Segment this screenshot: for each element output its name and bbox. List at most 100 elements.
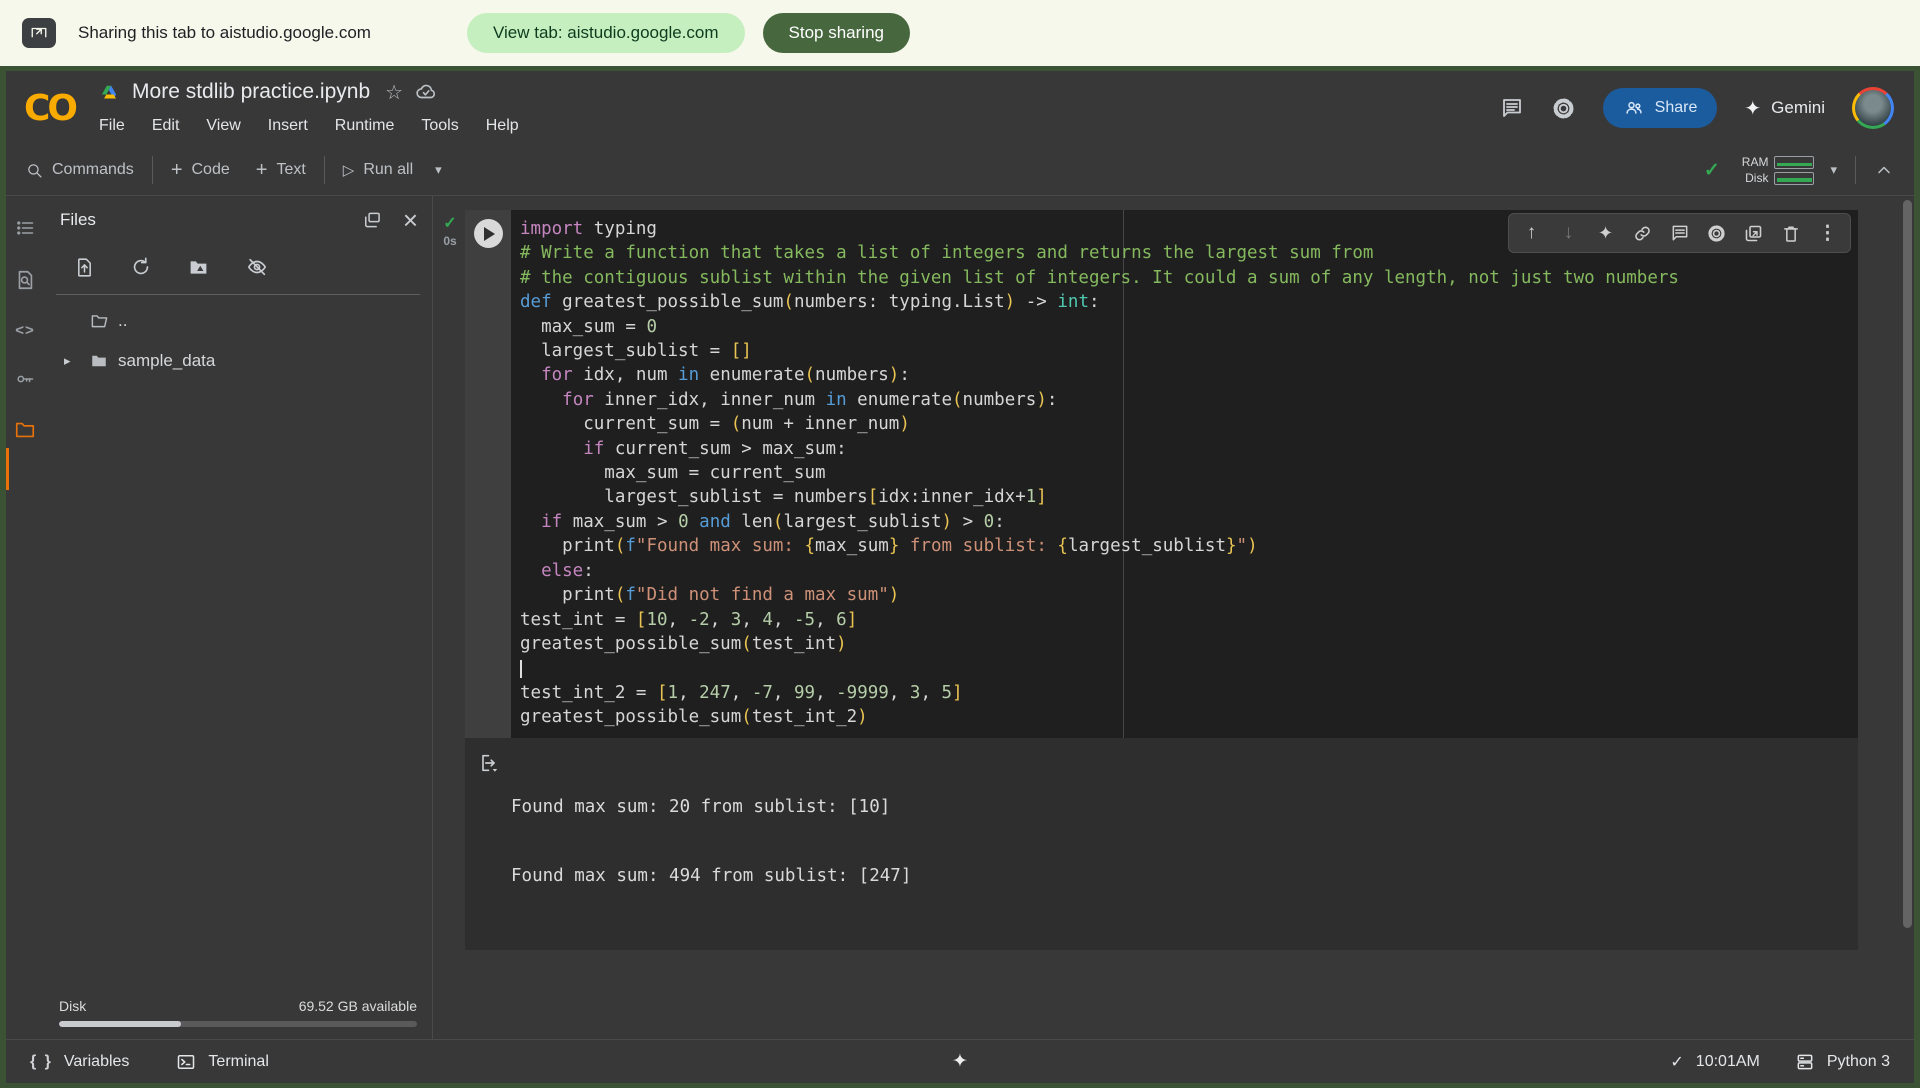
file-item-label: sample_data xyxy=(118,351,215,371)
comments-icon[interactable] xyxy=(1500,96,1524,120)
variables-label: Variables xyxy=(64,1053,130,1071)
output-icon[interactable] xyxy=(465,750,511,934)
cell-output: Found max sum: 20 from sublist: [10] Fou… xyxy=(465,738,1858,950)
cell-toolbar: ↑ ↓ ✦ xyxy=(1508,213,1851,253)
move-cell-down-icon[interactable]: ↓ xyxy=(1550,216,1587,250)
files-folder-icon[interactable] xyxy=(13,419,37,441)
vertical-scrollbar[interactable] xyxy=(1903,200,1912,928)
collapse-toolbar-icon[interactable] xyxy=(1874,160,1894,180)
cell-gutter xyxy=(465,210,511,738)
open-in-tab-icon[interactable] xyxy=(1735,216,1772,250)
menu-view[interactable]: View xyxy=(206,117,240,135)
add-text-button[interactable]: + Text xyxy=(256,160,306,180)
disk-meter xyxy=(1774,172,1814,185)
notebook-title[interactable]: More stdlib practice.ipynb xyxy=(128,80,374,104)
files-panel: Files × xyxy=(44,196,433,1039)
menu-runtime[interactable]: Runtime xyxy=(335,117,395,135)
copy-link-icon[interactable] xyxy=(1624,216,1661,250)
notebook-toolbar: Commands + Code + Text ▷ Run all ▾ ✓ RAM xyxy=(6,145,1914,196)
gemini-spark-icon: ✦ xyxy=(1744,96,1761,121)
left-sidebar-iconstrip: <> xyxy=(6,196,44,1039)
run-cell-button[interactable] xyxy=(474,219,503,248)
delete-cell-icon[interactable] xyxy=(1772,216,1809,250)
file-tree-item-parent[interactable]: .. xyxy=(44,301,432,341)
star-icon[interactable]: ☆ xyxy=(383,80,405,105)
run-all-button[interactable]: ▷ Run all xyxy=(343,161,413,179)
sharing-message: Sharing this tab to aistudio.google.com xyxy=(78,23,371,43)
drive-icon xyxy=(99,83,119,102)
run-all-label: Run all xyxy=(363,161,413,179)
open-folder-icon xyxy=(88,312,118,331)
code-cell: ✓ 0s import typing# Write a function tha… xyxy=(435,210,1858,738)
add-code-label: Code xyxy=(192,161,230,179)
last-saved-time: 10:01AM xyxy=(1696,1053,1760,1071)
view-tab-button[interactable]: View tab: aistudio.google.com xyxy=(467,13,745,53)
status-bar: { } Variables Terminal ✦ ✓ 10:01AM Pytho… xyxy=(6,1039,1914,1083)
folder-icon xyxy=(88,352,118,370)
add-code-button[interactable]: + Code xyxy=(171,160,230,180)
files-panel-title: Files xyxy=(60,210,96,230)
terminal-button[interactable]: Terminal xyxy=(175,1052,268,1072)
output-line: Found max sum: 20 from sublist: [10] xyxy=(511,796,911,819)
commands-button[interactable]: Commands xyxy=(26,161,134,179)
refresh-icon[interactable] xyxy=(130,256,152,278)
share-button[interactable]: Share xyxy=(1603,88,1718,128)
code-snippets-icon[interactable]: <> xyxy=(15,322,35,339)
ram-label: RAM xyxy=(1742,155,1769,169)
code-editor[interactable]: import typing# Write a function that tak… xyxy=(511,210,1858,738)
menu-help[interactable]: Help xyxy=(486,117,519,135)
output-line: Found max sum: 494 from sublist: [247] xyxy=(511,865,911,888)
settings-gear-icon[interactable] xyxy=(1551,96,1576,121)
menu-tools[interactable]: Tools xyxy=(421,117,458,135)
menu-file[interactable]: File xyxy=(99,117,125,135)
plus-icon: + xyxy=(171,160,183,180)
disk-available-value: 69.52 GB available xyxy=(299,998,417,1014)
code-lines: import typing# Write a function that tak… xyxy=(520,217,1858,730)
plus-icon: + xyxy=(256,160,268,180)
active-panel-indicator xyxy=(6,448,9,490)
expand-arrow-icon[interactable]: ▸ xyxy=(64,353,88,369)
table-of-contents-icon[interactable] xyxy=(14,218,36,238)
variables-button[interactable]: { } Variables xyxy=(30,1052,129,1072)
avatar[interactable] xyxy=(1852,87,1894,129)
menu-insert[interactable]: Insert xyxy=(268,117,308,135)
runtime-server-icon xyxy=(1794,1052,1816,1072)
kernel-label: Python 3 xyxy=(1827,1053,1890,1071)
resource-meters[interactable]: RAM Disk xyxy=(1742,155,1815,185)
mount-drive-icon[interactable] xyxy=(187,257,210,278)
share-button-label: Share xyxy=(1655,99,1698,117)
run-all-dropdown-caret[interactable]: ▾ xyxy=(435,162,442,178)
gemini-spark-icon[interactable]: ✦ xyxy=(1587,216,1624,250)
file-tree-item-sample-data[interactable]: ▸ sample_data xyxy=(44,341,432,381)
gemini-label: Gemini xyxy=(1771,98,1825,118)
hide-hidden-files-icon[interactable] xyxy=(245,256,269,278)
colab-logo[interactable]: CO xyxy=(24,88,99,129)
gemini-button[interactable]: ✦ Gemini xyxy=(1744,96,1825,121)
braces-icon: { } xyxy=(30,1053,53,1071)
close-panel-icon[interactable]: × xyxy=(403,207,418,233)
ram-meter xyxy=(1774,156,1814,169)
open-in-new-tab-icon[interactable] xyxy=(361,210,383,230)
upload-file-icon[interactable] xyxy=(74,256,95,279)
find-in-notebook-icon[interactable] xyxy=(14,268,36,292)
kernel-selector[interactable]: Python 3 xyxy=(1794,1052,1890,1072)
more-cell-actions-icon[interactable]: ⋮ xyxy=(1809,216,1846,250)
screen-share-icon xyxy=(22,18,56,48)
notebook-area: ✓ 0s import typing# Write a function tha… xyxy=(433,196,1914,1039)
people-icon xyxy=(1623,98,1645,118)
disk-usage-label: Disk xyxy=(59,998,86,1014)
cell-settings-gear-icon[interactable] xyxy=(1698,216,1735,250)
terminal-label: Terminal xyxy=(208,1053,268,1071)
search-icon xyxy=(26,162,43,179)
terminal-icon xyxy=(175,1052,197,1072)
commands-label: Commands xyxy=(52,161,134,179)
gemini-spark-icon[interactable]: ✦ xyxy=(952,1050,968,1073)
resources-dropdown-caret[interactable]: ▾ xyxy=(1830,162,1837,178)
menubar: File Edit View Insert Runtime Tools Help xyxy=(99,110,519,142)
play-outline-icon: ▷ xyxy=(343,161,355,179)
menu-edit[interactable]: Edit xyxy=(152,117,180,135)
add-comment-icon[interactable] xyxy=(1661,216,1698,250)
move-cell-up-icon[interactable]: ↑ xyxy=(1513,216,1550,250)
secrets-key-icon[interactable] xyxy=(13,369,37,389)
stop-sharing-button[interactable]: Stop sharing xyxy=(763,13,910,53)
